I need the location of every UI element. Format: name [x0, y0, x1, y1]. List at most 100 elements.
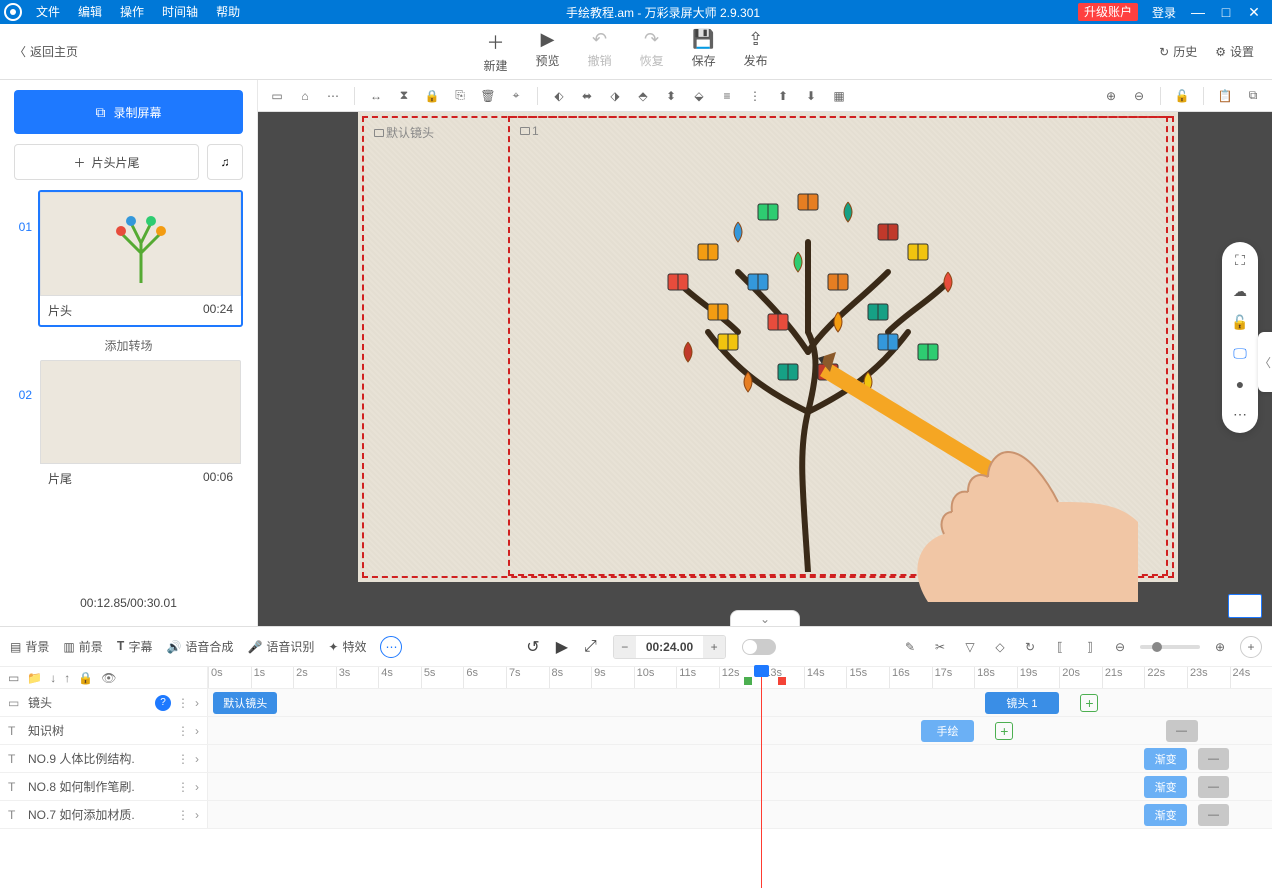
intro-outro-button[interactable]: ＋ 片头片尾	[14, 144, 199, 180]
align-middle-icon[interactable]: ⬍	[660, 85, 682, 107]
track-menu[interactable]: ⋮	[177, 724, 189, 738]
track-chevron[interactable]: ›	[195, 808, 199, 822]
lock-icon[interactable]: 🔒	[421, 85, 443, 107]
align-left-icon[interactable]: ⬖	[548, 85, 570, 107]
cloud-icon[interactable]: ☁	[1233, 283, 1247, 300]
record-screen-button[interactable]: ⧉ 录制屏幕	[14, 90, 243, 134]
scene-thumb[interactable]	[40, 360, 241, 464]
scene-card[interactable]: 片尾00:06	[38, 358, 243, 495]
add-transition[interactable]: 添加转场	[14, 333, 243, 358]
help-icon[interactable]: ?	[155, 695, 171, 711]
menu-action[interactable]: 操作	[112, 0, 152, 24]
zoom-in-icon[interactable]: ⊕	[1100, 85, 1122, 107]
scene-card[interactable]: 片头00:24	[38, 190, 243, 327]
canvas[interactable]: 默认镜头 1	[358, 112, 1178, 582]
th-folder-icon[interactable]: 📁	[27, 671, 42, 685]
add-keyframe[interactable]: +	[995, 722, 1013, 740]
time-input[interactable]: − 00:24.00 +	[613, 635, 726, 659]
track-chevron[interactable]: ›	[195, 752, 199, 766]
track-menu[interactable]: ⋮	[177, 780, 189, 794]
clipboard-icon[interactable]: 📋	[1214, 85, 1236, 107]
fit-icon[interactable]: ⛶	[1235, 252, 1245, 269]
dist-h-icon[interactable]: ≡	[716, 85, 738, 107]
send-back-icon[interactable]: ⬇	[800, 85, 822, 107]
preview-button[interactable]: ▶预览	[536, 29, 560, 74]
minimize-button[interactable]: —	[1184, 0, 1212, 24]
track-body[interactable]: 渐变 —	[208, 801, 1272, 828]
camera-clip[interactable]: 默认镜头	[213, 692, 277, 714]
copy-icon[interactable]: ⎘	[449, 85, 471, 107]
unlock2-icon[interactable]: 🔓	[1231, 314, 1248, 331]
track-chevron[interactable]: ›	[195, 780, 199, 794]
music-button[interactable]: ♫	[207, 144, 243, 180]
track-menu[interactable]: ⋮	[177, 808, 189, 822]
track-chevron[interactable]: ›	[195, 696, 199, 710]
upgrade-button[interactable]: 升级账户	[1078, 3, 1138, 21]
filter-icon[interactable]: ▽	[960, 640, 980, 654]
rewind-icon[interactable]: ↺	[526, 637, 539, 657]
snap-toggle[interactable]	[742, 639, 776, 655]
clip[interactable]: —	[1198, 804, 1230, 826]
align-center-icon[interactable]: ⬌	[576, 85, 598, 107]
align-bottom-icon[interactable]: ⬙	[688, 85, 710, 107]
dist-v-icon[interactable]: ⋮	[744, 85, 766, 107]
track-body[interactable]: 渐变—	[208, 745, 1272, 772]
fullscreen-icon[interactable]: ⤢	[584, 638, 597, 656]
settings-button[interactable]: ⚙ 设置	[1215, 43, 1254, 60]
time-ruler[interactable]: 0s1s2s3s4s5s6s7s8s9s10s11s12s13s14s15s16…	[208, 667, 1272, 688]
bring-front-icon[interactable]: ⬆	[772, 85, 794, 107]
login-button[interactable]: 登录	[1144, 4, 1184, 21]
clip[interactable]: 渐变	[1144, 748, 1187, 770]
home-icon[interactable]: ⌂	[294, 85, 316, 107]
select-tool-icon[interactable]: ▭	[266, 85, 288, 107]
playhead[interactable]	[761, 667, 762, 888]
add-camera[interactable]: +	[1080, 694, 1098, 712]
back-home-button[interactable]: 〈 返回主页	[0, 43, 92, 60]
subtitle-button[interactable]: 𝐓 字幕	[117, 638, 153, 655]
menu-edit[interactable]: 编辑	[70, 0, 110, 24]
more-icon[interactable]: ⋯	[322, 85, 344, 107]
fx-button[interactable]: ✦ 特效	[328, 638, 366, 655]
clip[interactable]: —	[1166, 720, 1198, 742]
play-icon[interactable]: ▶	[556, 637, 568, 657]
loop-icon[interactable]: ↻	[1020, 640, 1040, 654]
add-track-button[interactable]: +	[1240, 636, 1262, 658]
align-icon[interactable]: ↔	[365, 85, 387, 107]
bg-button[interactable]: ▤ 背景	[10, 638, 49, 655]
time-minus[interactable]: −	[614, 636, 636, 658]
focus-icon[interactable]: ⌖	[505, 85, 527, 107]
menu-file[interactable]: 文件	[28, 0, 68, 24]
th-camera-icon[interactable]: ▭	[8, 671, 19, 685]
canvas-viewport[interactable]: 默认镜头 1	[258, 112, 1272, 626]
menu-help[interactable]: 帮助	[208, 0, 248, 24]
screen-icon[interactable]: 🖵	[1233, 345, 1247, 362]
align-top-icon[interactable]: ⬘	[632, 85, 654, 107]
clip[interactable]: —	[1198, 776, 1230, 798]
cut-icon[interactable]: ✂	[930, 640, 950, 654]
duplicate-icon[interactable]: ⧉	[1242, 85, 1264, 107]
in-icon[interactable]: ⟦	[1050, 640, 1070, 654]
fg-button[interactable]: ▥ 前景	[63, 638, 102, 655]
th-down-icon[interactable]: ↓	[50, 671, 56, 685]
asr-button[interactable]: 🎤 语音识别	[247, 638, 314, 655]
close-button[interactable]: ✕	[1240, 0, 1268, 24]
clip[interactable]: 渐变	[1144, 804, 1187, 826]
zoom-out-icon[interactable]: ⊖	[1128, 85, 1150, 107]
track-menu[interactable]: ⋮	[177, 752, 189, 766]
unlock-icon[interactable]: 🔓	[1171, 85, 1193, 107]
group-icon[interactable]: ▦	[828, 85, 850, 107]
new-button[interactable]: ＋新建	[484, 29, 508, 74]
th-lock-icon[interactable]: 🔒	[78, 671, 93, 685]
zoom-out2-icon[interactable]: ⊖	[1110, 640, 1130, 654]
th-eye-icon[interactable]: 👁	[101, 671, 116, 685]
dot-icon[interactable]: ●	[1236, 376, 1244, 392]
camera-clip[interactable]: 镜头 1	[985, 692, 1059, 714]
clip[interactable]: 渐变	[1144, 776, 1187, 798]
track-menu[interactable]: ⋮	[177, 696, 189, 710]
timeline-more-button[interactable]: ⋯	[380, 636, 402, 658]
history-button[interactable]: ↻ 历史	[1159, 43, 1197, 60]
menu-timeline[interactable]: 时间轴	[154, 0, 206, 24]
publish-button[interactable]: ⇪发布	[744, 29, 768, 74]
edit-icon[interactable]: ✎	[900, 640, 920, 654]
track-body[interactable]: 渐变 —	[208, 773, 1272, 800]
